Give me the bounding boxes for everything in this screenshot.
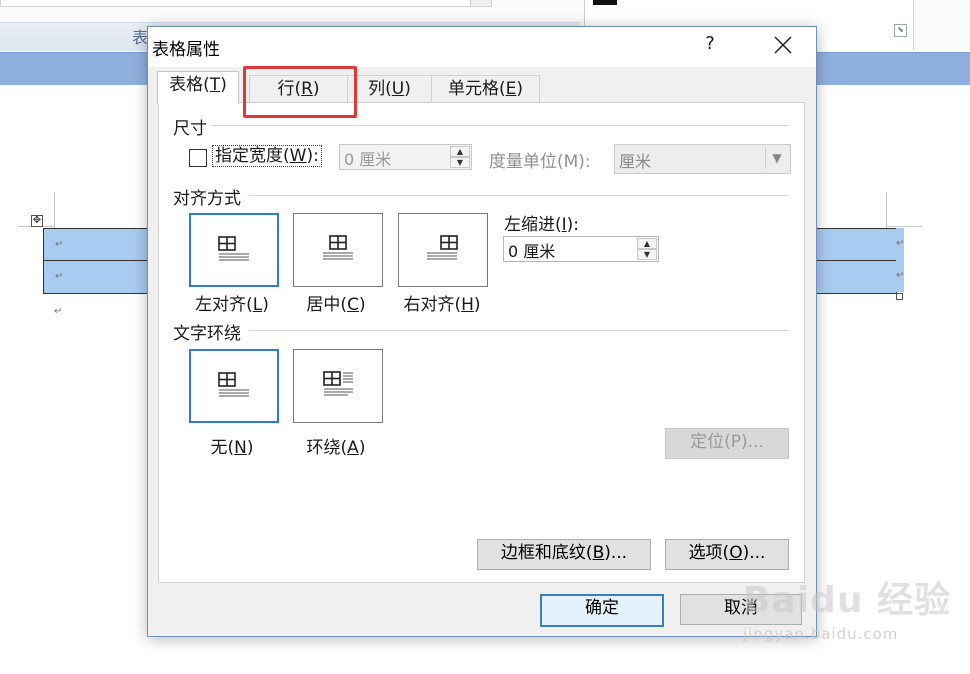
table-tab-panel: 尺寸 指定宽度(W): 0 厘米 ▲ ▼ 度量单位(M): 厘米 ▼ 对齐方式 bbox=[158, 102, 805, 583]
tab-table[interactable]: 表格(T) bbox=[157, 71, 239, 104]
ribbon-group-label: 表 bbox=[132, 28, 149, 47]
help-button[interactable]: ? bbox=[700, 33, 720, 57]
wrap-none-label: 无(N) bbox=[210, 438, 254, 458]
indent-up-button[interactable]: ▲ bbox=[637, 238, 657, 249]
table-right-part[interactable] bbox=[814, 228, 897, 294]
options-button[interactable]: 选项(O)... bbox=[665, 539, 789, 570]
left-indent-label: 左缩进(I): bbox=[504, 215, 580, 235]
dialog-title: 表格属性 bbox=[152, 40, 220, 60]
width-value: 0 厘米 bbox=[344, 150, 392, 169]
align-left-label: 左对齐(L) bbox=[195, 295, 269, 315]
annotation-highlight-box bbox=[243, 66, 357, 118]
color-swatch[interactable] bbox=[593, 0, 617, 5]
section-divider bbox=[249, 195, 789, 196]
ok-button[interactable]: 确定 bbox=[540, 594, 664, 627]
align-center-icon bbox=[323, 235, 353, 260]
row-end-selection: ↵ ↵ bbox=[896, 228, 904, 292]
align-left-icon bbox=[218, 236, 249, 261]
align-center-tile[interactable] bbox=[293, 213, 383, 287]
width-stepper[interactable]: 0 厘米 ▲ ▼ bbox=[339, 144, 472, 170]
close-icon bbox=[774, 36, 792, 54]
paragraph-mark: ↵ bbox=[54, 306, 63, 317]
left-indent-value: 0 厘米 bbox=[508, 242, 556, 261]
wrap-around-tile[interactable] bbox=[293, 349, 383, 423]
paragraph-mark: ↵ bbox=[55, 239, 64, 250]
section-divider bbox=[249, 330, 789, 331]
align-left-tile[interactable] bbox=[189, 213, 279, 287]
tab-cell[interactable]: 单元格(E) bbox=[431, 75, 540, 103]
wrap-around-icon bbox=[323, 371, 353, 396]
crop-mark bbox=[54, 192, 55, 228]
align-right-icon bbox=[427, 235, 458, 260]
paragraph-mark: ↵ bbox=[896, 270, 905, 281]
ribbon-control[interactable] bbox=[0, 0, 472, 7]
width-down-button[interactable]: ▼ bbox=[450, 157, 470, 168]
align-right-tile[interactable] bbox=[398, 213, 488, 287]
measure-unit-label: 度量单位(M): bbox=[489, 152, 591, 172]
alignment-heading: 对齐方式 bbox=[173, 189, 241, 209]
specify-width-checkbox[interactable] bbox=[189, 149, 207, 167]
paragraph-mark: ↵ bbox=[55, 271, 64, 282]
width-up-button[interactable]: ▲ bbox=[450, 146, 470, 157]
table-properties-dialog: 表格属性 ? 表格(T) 行(R) 列(U) 单元格(E) 尺寸 指定宽度(W)… bbox=[147, 26, 817, 637]
wrap-around-label: 环绕(A) bbox=[306, 438, 366, 458]
table-row-divider bbox=[44, 260, 150, 261]
left-indent-stepper[interactable]: 0 厘米 ▲ ▼ bbox=[503, 236, 659, 262]
align-center-label: 居中(C) bbox=[306, 295, 366, 315]
table-left-part[interactable]: ↵ ↵ bbox=[43, 228, 151, 294]
ribbon-dropdown[interactable] bbox=[470, 0, 492, 7]
measure-unit-select[interactable]: 厘米 ▼ bbox=[614, 144, 791, 174]
close-button[interactable] bbox=[766, 31, 798, 59]
specify-width-label: 指定宽度(W): bbox=[212, 145, 322, 167]
chevron-down-icon: ▼ bbox=[765, 147, 788, 169]
crop-mark bbox=[886, 226, 922, 227]
text-wrap-heading: 文字环绕 bbox=[173, 324, 241, 344]
align-right-label: 右对齐(H) bbox=[403, 295, 481, 315]
table-move-handle-icon[interactable]: ✥ bbox=[31, 215, 43, 227]
tab-column[interactable]: 列(U) bbox=[347, 75, 432, 103]
cancel-button[interactable]: 取消 bbox=[680, 594, 802, 625]
table-row-divider bbox=[814, 260, 896, 261]
wrap-none-icon bbox=[218, 372, 249, 397]
wrap-none-tile[interactable] bbox=[189, 349, 279, 423]
borders-shading-button[interactable]: 边框和底纹(B)... bbox=[477, 539, 651, 570]
paragraph-mark: ↵ bbox=[896, 238, 905, 249]
table-resize-handle[interactable] bbox=[896, 293, 903, 300]
section-divider bbox=[211, 125, 789, 126]
dialog-launcher-icon[interactable]: ⬊ bbox=[894, 24, 907, 37]
dialog-titlebar[interactable]: 表格属性 ? bbox=[148, 27, 816, 67]
crop-mark bbox=[886, 192, 887, 228]
size-heading: 尺寸 bbox=[173, 119, 207, 139]
position-button[interactable]: 定位(P)... bbox=[665, 428, 789, 459]
indent-down-button[interactable]: ▼ bbox=[637, 249, 657, 260]
measure-unit-value: 厘米 bbox=[619, 152, 652, 171]
